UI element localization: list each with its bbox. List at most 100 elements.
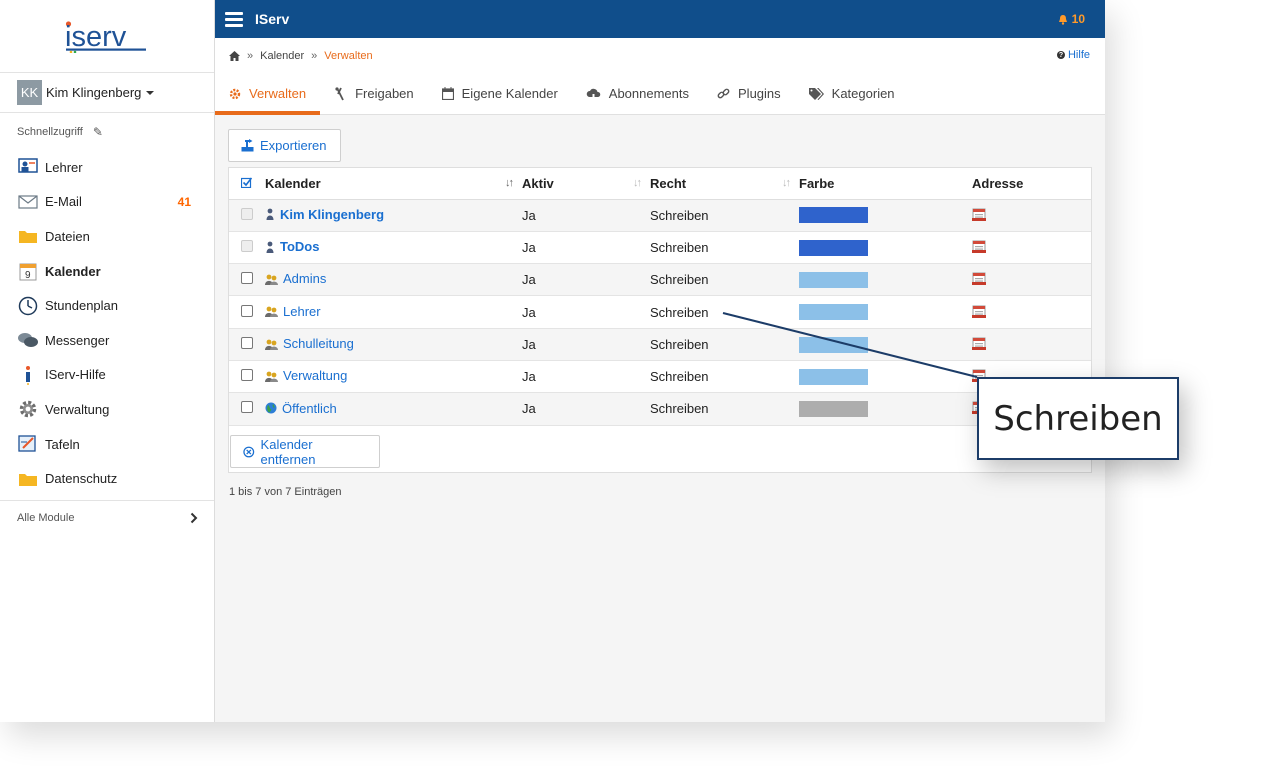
tags-icon: [808, 87, 824, 100]
tab-eigene-kalender[interactable]: Eigene Kalender: [428, 73, 572, 114]
sidebar-item-label: Verwaltung: [45, 401, 110, 417]
ical-address-icon[interactable]: [972, 336, 986, 350]
pencil-icon[interactable]: ✎: [93, 125, 103, 139]
chevron-right-icon: [190, 512, 198, 524]
address-cell: [972, 295, 1091, 329]
tab-abonnements[interactable]: Abonnements: [572, 73, 703, 114]
export-button[interactable]: Exportieren: [228, 129, 341, 162]
export-label: Exportieren: [260, 138, 327, 153]
row-checkbox[interactable]: [241, 272, 253, 285]
logo-text: iserv: [65, 21, 127, 53]
row-checkbox[interactable]: [241, 369, 253, 382]
sidebar-item-dateien[interactable]: Dateien: [0, 219, 214, 254]
sidebar-item-messenger[interactable]: Messenger: [0, 323, 214, 358]
tab-plugins[interactable]: Plugins: [703, 73, 795, 114]
calendar-link[interactable]: Lehrer: [265, 304, 321, 319]
column-header-aktiv[interactable]: Aktiv ↓↑: [522, 168, 650, 200]
remove-circle-icon: [243, 446, 255, 457]
hamburger-menu-icon[interactable]: [225, 9, 243, 30]
tab-freigaben[interactable]: Freigaben: [320, 73, 428, 114]
notifications-button[interactable]: 10: [1058, 12, 1085, 26]
active-cell: Ja: [522, 360, 650, 394]
sidebar-item-label: Dateien: [45, 228, 90, 244]
calendar-link[interactable]: Kim Klingenberg: [265, 207, 384, 222]
sidebar-item-lehrer[interactable]: Lehrer: [0, 150, 214, 185]
sidebar-item-tafeln[interactable]: Tafeln: [0, 427, 214, 462]
chat-icon: [17, 329, 39, 351]
user-menu[interactable]: KK Kim Klingenberg: [0, 73, 214, 113]
tab-verwalten[interactable]: Verwalten: [215, 73, 321, 115]
calendar-link[interactable]: Verwaltung: [265, 368, 347, 383]
table-row[interactable]: Lehrer Ja Schreiben: [229, 295, 1091, 329]
table-row[interactable]: Öffentlich Ja Schreiben: [229, 392, 1091, 426]
calendar-link[interactable]: Schulleitung: [265, 336, 354, 351]
calendar-name: Kim Klingenberg: [280, 206, 385, 222]
row-checkbox[interactable]: [241, 401, 253, 414]
sidebar-item-email[interactable]: E-Mail 41: [0, 185, 214, 220]
clock-icon: [17, 295, 39, 317]
active-cell: Ja: [522, 328, 650, 361]
table-header-row: Kalender ↓↑ Aktiv ↓↑ Recht ↓↑ Farbe Adre…: [229, 168, 1091, 200]
color-cell: [799, 328, 972, 361]
row-checkbox[interactable]: [241, 304, 253, 317]
teacher-icon: [17, 156, 39, 178]
calendar-link[interactable]: Admins: [265, 271, 326, 286]
link-icon: [717, 87, 730, 100]
table-row[interactable]: Admins Ja Schreiben: [229, 263, 1091, 297]
sidebar-item-datenschutz[interactable]: Datenschutz: [0, 461, 214, 496]
row-checkbox[interactable]: [241, 336, 253, 349]
group-icon: [265, 274, 278, 285]
help-label: Hilfe: [1067, 49, 1090, 61]
sort-icon: ↓↑: [782, 177, 791, 189]
tab-kategorien[interactable]: Kategorien: [795, 73, 909, 114]
color-cell: [799, 392, 972, 426]
calendar-icon: 9: [17, 260, 39, 282]
sidebar-item-stundenplan[interactable]: Stundenplan: [0, 288, 214, 323]
callout-box: Schreiben: [977, 377, 1179, 460]
home-icon[interactable]: [229, 50, 240, 61]
caret-down-icon: [146, 90, 155, 95]
color-swatch: [799, 401, 868, 418]
sidebar-item-verwaltung[interactable]: Verwaltung: [0, 392, 214, 427]
calendar-icon: [441, 87, 454, 100]
table-row[interactable]: Schulleitung Ja Schreiben: [229, 328, 1091, 361]
sort-icon: ↓↑: [633, 177, 642, 189]
all-modules-link[interactable]: Alle Module: [0, 500, 214, 535]
column-header-farbe: Farbe: [799, 168, 972, 200]
row-select-cell: [229, 392, 265, 426]
ical-address-icon[interactable]: [972, 207, 986, 221]
tab-label: Eigene Kalender: [461, 86, 558, 101]
remove-label: Kalender entfernen: [260, 436, 316, 467]
sidebar-item-label: Lehrer: [45, 159, 83, 175]
table-row[interactable]: Kim Klingenberg Ja Schreiben: [229, 199, 1091, 232]
column-header-adresse: Adresse: [972, 168, 1091, 200]
sidebar-item-label: Kalender: [45, 263, 101, 279]
sidebar-item-kalender[interactable]: 9 Kalender: [0, 254, 214, 289]
ical-address-icon[interactable]: [972, 271, 986, 286]
sidebar-item-iserv-hilfe[interactable]: IServ-Hilfe: [0, 358, 214, 393]
table-row[interactable]: Verwaltung Ja Schreiben: [229, 360, 1091, 394]
column-header-kalender[interactable]: Kalender ↓↑: [265, 168, 522, 200]
calendar-link[interactable]: ToDos: [265, 239, 319, 254]
ical-address-icon[interactable]: [972, 304, 986, 318]
board-icon: [17, 433, 39, 455]
ical-address-icon[interactable]: [972, 239, 986, 253]
color-swatch: [799, 207, 868, 224]
right-cell: Schreiben: [650, 199, 799, 232]
column-header-recht[interactable]: Recht ↓↑: [650, 168, 799, 200]
select-all-header[interactable]: [229, 168, 265, 200]
export-icon: [241, 139, 254, 152]
color-swatch: [799, 239, 868, 256]
quick-access-label: Schnellzugriff ✎: [0, 113, 214, 150]
notification-count: 10: [1071, 12, 1085, 26]
header-label: Kalender: [265, 175, 321, 191]
table-row[interactable]: ToDos Ja Schreiben: [229, 231, 1091, 265]
folder-icon: [17, 468, 39, 490]
color-cell: [799, 263, 972, 297]
calendar-name: Admins: [283, 271, 327, 287]
remove-calendar-button[interactable]: Kalender entfernen: [230, 435, 380, 468]
calendar-link[interactable]: Öffentlich: [265, 401, 337, 416]
breadcrumb-kalender[interactable]: Kalender: [260, 50, 304, 62]
iserv-logo[interactable]: iserv: [0, 0, 214, 73]
help-link[interactable]: ? Hilfe: [1056, 49, 1090, 61]
